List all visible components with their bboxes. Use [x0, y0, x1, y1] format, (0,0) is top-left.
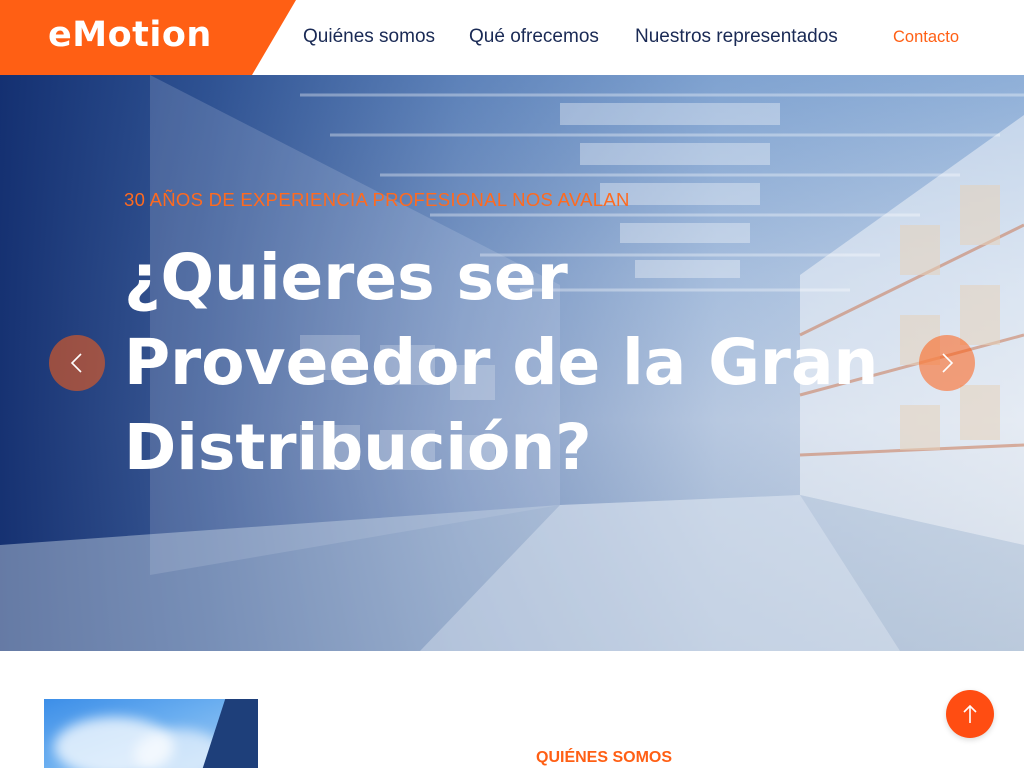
slider-prev-button[interactable] — [49, 335, 105, 391]
hero-slider: 30 AÑOS DE EXPERIENCIA PROFESIONAL NOS A… — [0, 75, 1024, 651]
site-header: eMotion Quiénes somos Qué ofrecemos Nues… — [0, 0, 1024, 75]
scroll-to-top-button[interactable] — [946, 690, 994, 738]
about-section-label: QUIÉNES SOMOS — [536, 749, 673, 766]
hero-kicker: 30 AÑOS DE EXPERIENCIA PROFESIONAL NOS A… — [124, 189, 630, 210]
nav-link-nuestros-representados[interactable]: Nuestros representados — [635, 26, 838, 48]
chevron-left-icon — [70, 353, 82, 373]
nav-link-que-ofrecemos[interactable]: Qué ofrecemos — [469, 26, 599, 48]
logo: eMotion — [48, 15, 212, 55]
nav-link-quienes-somos[interactable]: Quiénes somos — [303, 26, 435, 48]
chevron-right-icon — [942, 353, 954, 373]
hero-title: ¿Quieres ser Proveedor de la Gran Distri… — [124, 241, 879, 484]
about-building-image — [44, 699, 258, 768]
contact-link[interactable]: Contacto — [893, 28, 959, 47]
arrow-up-icon — [963, 704, 977, 723]
slider-next-button[interactable] — [919, 335, 975, 391]
logo-link[interactable]: eMotion — [0, 0, 296, 75]
